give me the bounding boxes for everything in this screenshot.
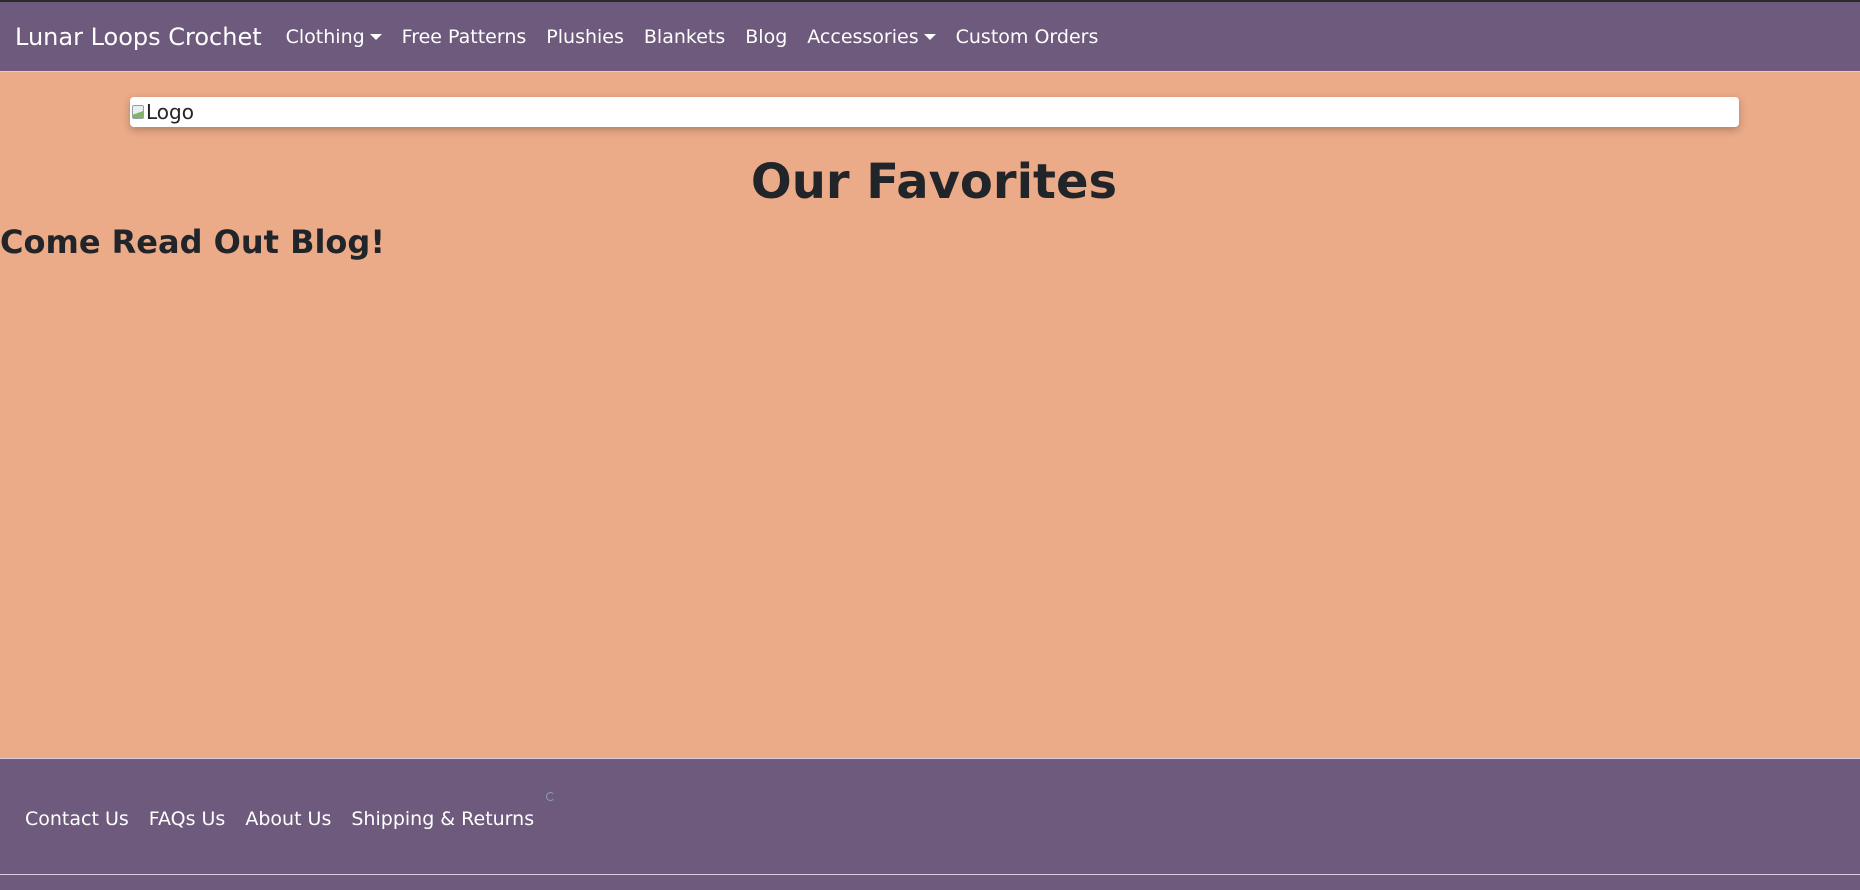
nav-item-label: Blog [745, 25, 788, 48]
nav-item-label: Plushies [546, 25, 624, 48]
footer-link-about[interactable]: About Us [235, 808, 341, 830]
nav-item-label: Custom Orders [955, 25, 1099, 48]
logo-banner: Logo [130, 97, 1739, 127]
nav-item-label: Free Patterns [401, 25, 527, 48]
loading-spinner-icon [546, 791, 556, 801]
broken-image-icon [132, 105, 144, 119]
nav-item-blog[interactable]: Blog [735, 26, 797, 48]
nav-item-blankets[interactable]: Blankets [634, 26, 735, 48]
nav-item-label: Clothing [285, 25, 365, 48]
footer: Contact Us FAQs Us About Us Shipping & R… [0, 758, 1860, 875]
nav-menu: Clothing Free Patterns Plushies Blankets… [276, 26, 1109, 48]
nav-item-free-patterns[interactable]: Free Patterns [392, 26, 537, 48]
logo-alt-text: Logo [146, 100, 194, 124]
nav-item-accessories[interactable]: Accessories [797, 26, 945, 48]
nav-item-plushies[interactable]: Plushies [536, 26, 634, 48]
caret-down-icon [369, 34, 382, 40]
navbar: Lunar Loops Crochet Clothing Free Patter… [0, 2, 1860, 72]
footer-link-faqs[interactable]: FAQs Us [139, 808, 236, 830]
nav-item-custom-orders[interactable]: Custom Orders [946, 26, 1109, 48]
nav-item-label: Blankets [643, 25, 726, 48]
page-title: Our Favorites [750, 154, 1118, 210]
footer-link-shipping-returns[interactable]: Shipping & Returns [341, 808, 544, 830]
nav-item-label: Accessories [807, 25, 919, 48]
footer-link-contact[interactable]: Contact Us [15, 808, 139, 830]
nav-item-clothing[interactable]: Clothing [276, 26, 392, 48]
blog-heading: Come Read Out Blog! [0, 223, 385, 261]
footer-links: Contact Us FAQs Us About Us Shipping & R… [15, 791, 556, 830]
caret-down-icon [923, 34, 936, 40]
footer-bottom-strip [0, 875, 1860, 890]
brand-link[interactable]: Lunar Loops Crochet [15, 23, 262, 51]
